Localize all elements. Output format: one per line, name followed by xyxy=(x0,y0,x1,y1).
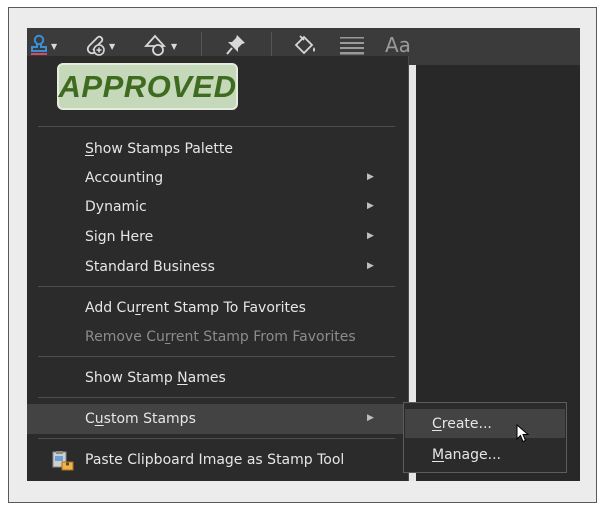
menu-item-label: Accounting xyxy=(85,170,164,186)
submenu-item-label: Manage... xyxy=(432,446,501,463)
pin-icon xyxy=(225,33,247,57)
submenu-arrow-icon: ▶ xyxy=(367,231,374,241)
menu-item-label: Custom Stamps xyxy=(85,411,196,427)
chevron-down-icon[interactable]: ▼ xyxy=(51,42,57,51)
menu-separator xyxy=(38,397,395,398)
menu-item-standard-business[interactable]: Standard Business ▶ xyxy=(27,253,408,281)
menu-item-custom-stamps[interactable]: Custom Stamps ▶ xyxy=(27,404,408,434)
fill-color-icon xyxy=(291,33,317,57)
menu-item-label: Remove Current Stamp From Favorites xyxy=(85,329,356,345)
submenu-arrow-icon: ▶ xyxy=(367,201,374,211)
clipboard-stamp-icon xyxy=(52,451,74,475)
custom-stamps-submenu: Create... Manage... xyxy=(403,402,567,473)
menu-item-label: Add Current Stamp To Favorites xyxy=(85,300,306,316)
menu-separator xyxy=(38,356,395,357)
stamp-icon xyxy=(29,34,49,56)
menu-item-label: Dynamic xyxy=(85,199,147,215)
menu-separator xyxy=(38,438,395,439)
menu-item-label: Sign Here xyxy=(85,229,154,245)
menu-separator xyxy=(38,286,395,287)
chevron-down-icon[interactable]: ▼ xyxy=(109,42,115,51)
attach-file-icon xyxy=(83,33,107,57)
stamp-preview-text: APPROVED xyxy=(58,68,237,104)
stamps-menu: APPROVED Show Stamps Palette Accounting … xyxy=(27,56,409,481)
chevron-down-icon[interactable]: ▼ xyxy=(171,42,177,51)
submenu-item-manage[interactable]: Manage... xyxy=(405,440,565,469)
menu-separator xyxy=(38,126,395,127)
submenu-item-label: Create... xyxy=(432,415,492,432)
menu-item-add-to-favorites[interactable]: Add Current Stamp To Favorites xyxy=(27,294,408,322)
approved-stamp-preview[interactable]: APPROVED xyxy=(57,63,238,110)
line-weight-icon xyxy=(339,34,365,56)
menu-item-paste-clipboard-stamp[interactable]: Paste Clipboard Image as Stamp Tool xyxy=(27,446,408,474)
menu-item-accounting[interactable]: Accounting ▶ xyxy=(27,164,408,192)
mouse-cursor-icon xyxy=(516,423,530,448)
submenu-arrow-icon: ▶ xyxy=(367,261,374,271)
menu-item-show-stamps-palette[interactable]: Show Stamps Palette xyxy=(27,135,408,163)
menu-item-remove-from-favorites: Remove Current Stamp From Favorites xyxy=(27,323,408,351)
menu-item-show-stamp-names[interactable]: Show Stamp Names xyxy=(27,364,408,392)
submenu-item-create[interactable]: Create... xyxy=(405,409,565,438)
menu-item-dynamic[interactable]: Dynamic ▶ xyxy=(27,193,408,221)
shapes-icon xyxy=(143,33,169,57)
menu-item-sign-here[interactable]: Sign Here ▶ xyxy=(27,223,408,251)
menu-item-label: Show Stamp Names xyxy=(85,370,226,386)
submenu-arrow-icon: ▶ xyxy=(367,172,374,182)
font-icon: Aa xyxy=(385,33,411,57)
menu-item-label: Show Stamps Palette xyxy=(85,141,233,157)
submenu-arrow-icon: ▶ xyxy=(367,413,374,423)
menu-item-label: Paste Clipboard Image as Stamp Tool xyxy=(85,452,345,468)
menu-item-label: Standard Business xyxy=(85,259,215,275)
